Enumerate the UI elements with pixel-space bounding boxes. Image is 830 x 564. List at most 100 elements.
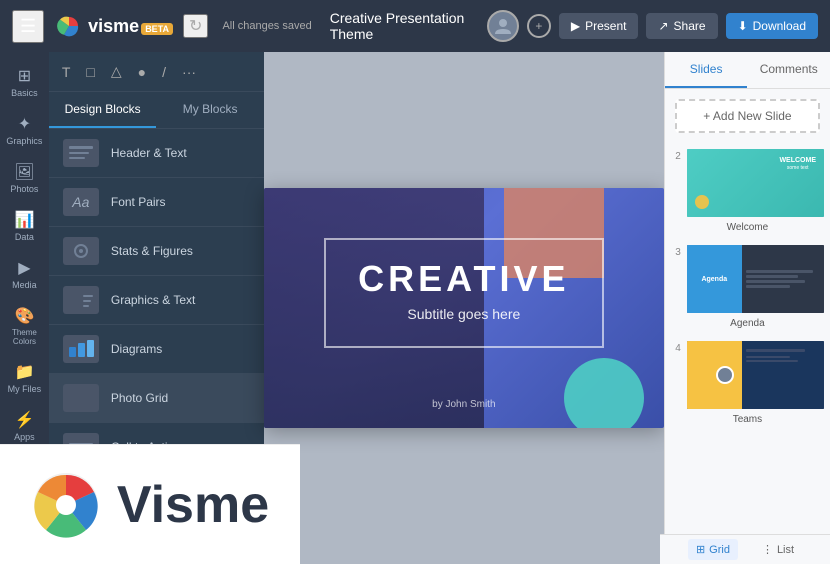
teams-right [742,341,824,409]
slide-shape-teal [564,358,644,428]
grid-icon: ⊞ [696,543,705,556]
menu-button[interactable]: ☰ [12,10,44,43]
grid-view-button[interactable]: ⊞ Grid [688,539,738,560]
play-icon: ▶ [571,19,580,33]
slide-label-agenda: Agenda [730,318,764,329]
more-tools[interactable]: ··· [177,61,201,83]
my-files-icon: 📁 [14,362,34,382]
header-text-thumb [63,139,99,167]
slide-thumb-img-4 [685,339,826,411]
download-button[interactable]: ⬇ Download [726,13,818,39]
slide-number-2: 2 [669,151,681,162]
stats-thumb [63,237,99,265]
add-new-slide-button[interactable]: + Add New Slide [675,99,820,133]
slide-label-teams: Teams [733,414,762,425]
circle-tool[interactable]: ● [133,61,151,83]
slide-thumb-img-3: Agenda [685,243,826,315]
apps-icon: ⚡ [14,410,34,430]
slide-thumb-row-2: 2 WELCOMEsome text [669,147,826,219]
theme-colors-icon: 🎨 [14,306,34,326]
topbar-actions: + ▶ Present ↗ Share ⬇ Download [487,10,818,42]
slide-title: CREATIVE [264,258,664,300]
user-avatar[interactable] [487,10,519,42]
sidebar-item-photos[interactable]: 🖼 Photos [2,156,46,200]
basics-icon: ⊞ [18,66,31,86]
tab-design-blocks[interactable]: Design Blocks [49,92,157,128]
block-item-stats[interactable]: Stats & Figures [49,227,264,276]
block-label: Photo Grid [111,391,168,405]
slide-thumb-row-4: 4 [669,339,826,411]
block-label: Header & Text [111,146,187,160]
sidebar-item-theme-colors[interactable]: 🎨 Theme Colors [2,300,46,352]
block-item-photo-grid[interactable]: Photo Grid [49,374,264,423]
block-label: Stats & Figures [111,244,193,258]
sidebar-item-graphics[interactable]: ✦ Graphics [2,108,46,152]
block-item-graphics-text[interactable]: Graphics & Text [49,276,264,325]
list-icon: ⋮ [762,543,773,556]
tab-my-blocks[interactable]: My Blocks [156,92,264,128]
slide-author: by John Smith [264,399,664,410]
slide-thumbnails: 2 WELCOMEsome text Welcome 3 [665,143,830,564]
tab-slides[interactable]: Slides [665,52,748,88]
agenda-right [742,245,824,313]
font-pairs-thumb: Aa [63,188,99,216]
photos-icon: 🖼 [14,162,34,182]
tab-comments[interactable]: Comments [747,52,830,88]
share-button[interactable]: ↗ Share [646,13,717,39]
slide-label-welcome: Welcome [727,222,769,233]
block-item-diagrams[interactable]: Diagrams [49,325,264,374]
text-tool[interactable]: T [57,61,76,83]
present-button[interactable]: ▶ Present [559,13,639,39]
saved-status: All changes saved [222,20,311,32]
triangle-tool[interactable]: △ [106,60,127,83]
watermark-overlay: Visme [0,444,300,564]
diagrams-thumb [63,335,99,363]
blocks-toolbar: T □ △ ● / ··· [49,52,264,92]
sidebar-item-media[interactable]: ▶ Media [2,252,46,296]
slide-subtitle: Subtitle goes here [264,306,664,322]
graphics-text-thumb [63,286,99,314]
photo-grid-thumb [63,384,99,412]
right-panel: Slides Comments + Add New Slide 2 WELCOM… [664,52,830,564]
add-collaborator-button[interactable]: + [527,14,551,38]
block-label: Graphics & Text [111,293,195,307]
media-icon: ▶ [18,258,30,278]
block-item-header-text[interactable]: Header & Text [49,129,264,178]
sidebar-item-data[interactable]: 📊 Data [2,204,46,248]
slide-thumb-3[interactable]: 3 Agenda [669,243,826,329]
visme-logo-icon [54,15,84,37]
teams-avatar [716,366,734,384]
slide-number-4: 4 [669,343,681,354]
watermark-text: Visme [117,475,269,535]
slide-thumb-img-2: WELCOMEsome text [685,147,826,219]
download-icon: ⬇ [738,19,748,33]
document-title: Creative Presentation Theme [330,10,477,42]
sidebar-item-my-files[interactable]: 📁 My Files [2,356,46,400]
canvas-area: CREATIVE Subtitle goes here by John Smit… [264,52,664,564]
undo-button[interactable]: ↻ [183,14,208,38]
rect-tool[interactable]: □ [81,61,99,83]
welcome-text: WELCOMEsome text [779,157,816,171]
watermark-logo-icon [31,470,101,540]
slide-thumb-row-3: 3 Agenda [669,243,826,315]
graphics-icon: ✦ [18,114,31,134]
logo: visme BETA [54,15,173,37]
line-tool[interactable]: / [157,61,171,83]
blocks-tabs: Design Blocks My Blocks [49,92,264,129]
view-toggle-bar: ⊞ Grid ⋮ List [660,534,830,564]
block-label: Diagrams [111,342,162,356]
slide-number-3: 3 [669,247,681,258]
panel-tabs: Slides Comments [665,52,830,89]
data-icon: 📊 [14,210,34,230]
slide-thumb-2[interactable]: 2 WELCOMEsome text Welcome [669,147,826,233]
agenda-left: Agenda [687,245,742,313]
share-icon: ↗ [658,19,668,33]
slide-thumb-4[interactable]: 4 Teams [669,339,826,425]
beta-badge: BETA [141,23,173,35]
sidebar-item-apps[interactable]: ⚡ Apps [2,404,46,448]
block-label: Font Pairs [111,195,166,209]
slide-canvas[interactable]: CREATIVE Subtitle goes here by John Smit… [264,188,664,428]
block-item-font-pairs[interactable]: Aa Font Pairs [49,178,264,227]
sidebar-item-basics[interactable]: ⊞ Basics [2,60,46,104]
list-view-button[interactable]: ⋮ List [754,539,802,560]
